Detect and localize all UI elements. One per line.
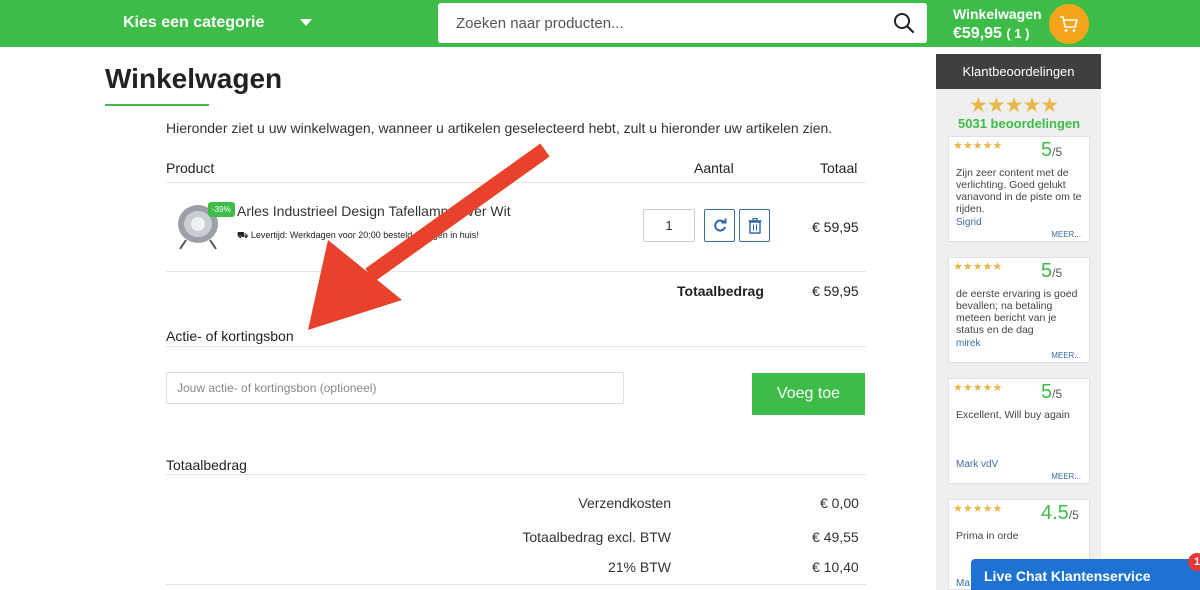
review-score-max: /5: [1052, 266, 1063, 280]
overall-rating-stars: ★★★★★: [969, 94, 1059, 117]
shipping-label: Verzendkosten: [578, 495, 671, 511]
search-bar: [438, 3, 927, 43]
category-dropdown[interactable]: Kies een categorie: [123, 14, 264, 32]
subtotal-label: Totaalbedrag: [677, 283, 764, 299]
intro-text: Hieronder ziet u uw winkelwagen, wanneer…: [166, 120, 833, 136]
divider: [166, 584, 866, 585]
page-title: Winkelwagen: [105, 63, 283, 94]
review-more-link[interactable]: MEER...: [1051, 472, 1081, 481]
vat-value: € 10,40: [812, 559, 859, 575]
top-navigation-bar: Kies een categorie Winkelwagen €59,95 ( …: [0, 0, 1200, 47]
review-author: Mark vdV: [956, 459, 999, 470]
review-stars: ★★★★★: [953, 503, 1003, 515]
caret-down-icon[interactable]: [300, 19, 312, 26]
review-stars: ★★★★★: [953, 140, 1003, 152]
divider: [166, 474, 866, 475]
review-score: 5/5: [1041, 260, 1062, 283]
review-score-max: /5: [1068, 508, 1079, 522]
review-score-value: 4.5: [1041, 502, 1069, 524]
summary-heading: Totaalbedrag: [166, 457, 247, 473]
excl-vat-value: € 49,55: [812, 529, 859, 545]
refresh-icon: [714, 218, 727, 232]
column-header-product: Product: [166, 160, 215, 176]
reviews-heading: Klantbeoordelingen: [936, 54, 1101, 89]
row-total: € 59,95: [812, 219, 859, 235]
review-text: Prima in orde: [956, 530, 1019, 542]
review-score: 5/5: [1041, 381, 1062, 404]
trash-icon: [748, 218, 762, 234]
search-icon[interactable]: [893, 12, 915, 34]
vat-label: 21% BTW: [607, 559, 671, 575]
divider: [166, 346, 866, 347]
review-score: 5/5: [1041, 139, 1062, 162]
review-score-max: /5: [1052, 145, 1063, 159]
refresh-quantity-button[interactable]: [704, 209, 735, 242]
live-chat-button[interactable]: Live Chat Klantenservice: [971, 559, 1200, 590]
review-score-value: 5: [1041, 260, 1053, 282]
review-text: Excellent, Will buy again: [956, 409, 1070, 421]
title-underline: [105, 104, 209, 106]
review-score-value: 5: [1041, 139, 1053, 161]
add-coupon-button[interactable]: Voeg toe: [752, 373, 865, 415]
cart-amount[interactable]: €59,95 ( 1 ): [953, 25, 1030, 43]
review-text: de eerste ervaring is goed bevallen; na …: [956, 288, 1078, 336]
cart-amount-value: €59,95: [953, 25, 1002, 42]
review-more-link[interactable]: MEER...: [1051, 351, 1081, 360]
shopping-cart-icon[interactable]: [1049, 4, 1089, 44]
review-more-link[interactable]: MEER...: [1051, 230, 1081, 239]
review-card: ★★★★★ 5/5 de eerste ervaring is goed bev…: [948, 257, 1090, 363]
excl-vat-label: Totaalbedrag excl. BTW: [522, 529, 671, 545]
review-author: Ma: [956, 578, 970, 589]
subtotal-value: € 59,95: [812, 283, 859, 299]
quantity-input[interactable]: 1: [643, 209, 695, 242]
search-input[interactable]: [438, 3, 878, 43]
review-score-value: 5: [1041, 381, 1053, 403]
review-stars: ★★★★★: [953, 261, 1003, 273]
column-header-quantity: Aantal: [694, 160, 734, 176]
coupon-heading: Actie- of kortingsbon: [166, 328, 294, 344]
discount-badge: -39%: [208, 202, 235, 217]
annotation-arrow-icon: [308, 143, 550, 330]
column-header-total: Totaal: [820, 160, 858, 176]
review-score-max: /5: [1052, 387, 1063, 401]
delete-item-button[interactable]: [739, 209, 770, 242]
shipping-value: € 0,00: [820, 495, 859, 511]
review-author: mirek: [956, 338, 981, 349]
coupon-input[interactable]: [166, 372, 624, 404]
review-card: ★★★★★ 5/5 Zijn zeer content met de verli…: [948, 136, 1090, 242]
review-score: 4.5/5: [1041, 502, 1079, 525]
reviews-count[interactable]: 5031 beoordelingen: [958, 116, 1080, 131]
review-stars: ★★★★★: [953, 382, 1003, 394]
chat-notification-badge: 1: [1188, 553, 1200, 571]
review-card: ★★★★★ 5/5 Excellent, Will buy again Mark…: [948, 378, 1090, 484]
cart-label[interactable]: Winkelwagen: [953, 6, 1042, 22]
review-author: Sigrid: [956, 217, 982, 228]
review-text: Zijn zeer content met de verlichting. Go…: [956, 167, 1082, 215]
cart-count: ( 1 ): [1006, 26, 1030, 41]
